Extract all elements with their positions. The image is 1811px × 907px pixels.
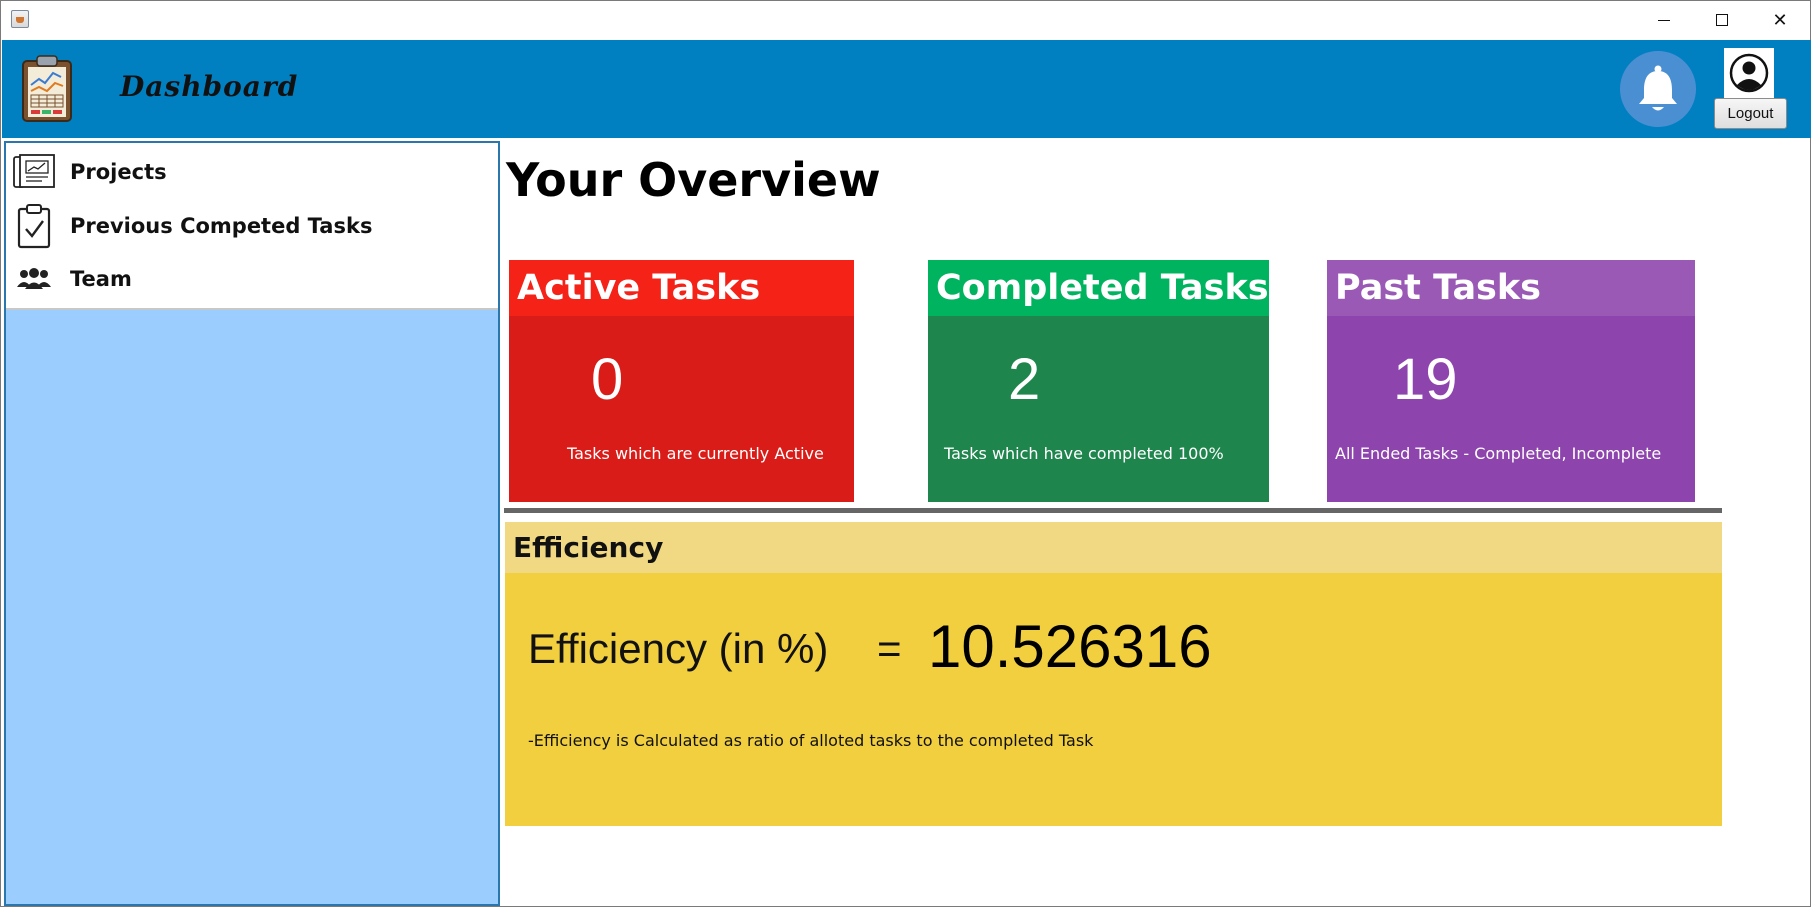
page-title: Dashboard (120, 70, 299, 103)
completed-tasks-card[interactable]: Completed Tasks 2 Tasks which have compl… (928, 260, 1269, 502)
efficiency-heading: Efficiency (505, 522, 1722, 573)
bell-icon (1639, 65, 1677, 111)
card-title: Past Tasks (1327, 260, 1695, 316)
close-icon: ✕ (1772, 9, 1788, 31)
sidebar-item-projects[interactable]: Projects (6, 147, 498, 197)
sidebar-item-team[interactable]: Team (6, 254, 498, 304)
app-window: ✕ Dashboard Logout Projects Previous Com… (0, 0, 1811, 907)
sidebar-menu: Projects Previous Competed Tasks Team (6, 143, 498, 310)
maximize-button[interactable] (1693, 1, 1751, 39)
equals-sign: = (877, 625, 902, 672)
java-app-icon (11, 10, 29, 28)
card-body: 19 All Ended Tasks - Completed, Incomple… (1327, 316, 1695, 502)
sidebar-item-previous-tasks[interactable]: Previous Competed Tasks (6, 201, 498, 251)
efficiency-panel: Efficiency Efficiency (in %) = 10.526316… (505, 522, 1722, 826)
card-description: All Ended Tasks - Completed, Incomplete (1335, 444, 1662, 463)
efficiency-note: -Efficiency is Calculated as ratio of al… (528, 731, 1094, 750)
projects-chart-icon (12, 150, 56, 194)
maximize-icon (1716, 14, 1728, 26)
header-bar: Dashboard Logout (2, 40, 1811, 138)
efficiency-value: 10.526316 (928, 613, 1212, 680)
sidebar-item-label: Team (70, 267, 132, 291)
section-divider (504, 508, 1722, 513)
close-button[interactable]: ✕ (1751, 1, 1809, 39)
team-icon (12, 257, 56, 301)
active-tasks-card[interactable]: Active Tasks 0 Tasks which are currently… (509, 260, 854, 502)
overview-heading: Your Overview (506, 153, 881, 207)
active-tasks-count: 0 (591, 347, 624, 412)
past-tasks-card[interactable]: Past Tasks 19 All Ended Tasks - Complete… (1327, 260, 1695, 502)
title-bar: ✕ (1, 1, 1810, 39)
logout-button[interactable]: Logout (1714, 98, 1787, 129)
card-body: 0 Tasks which are currently Active (509, 316, 854, 502)
sidebar-item-label: Previous Competed Tasks (70, 214, 373, 238)
past-tasks-count: 19 (1393, 347, 1458, 412)
user-avatar[interactable] (1724, 48, 1774, 98)
user-icon (1729, 53, 1769, 93)
card-description: Tasks which have completed 100% (944, 444, 1224, 463)
completed-tasks-count: 2 (1008, 347, 1041, 412)
minimize-button[interactable] (1635, 1, 1693, 39)
clipboard-check-icon (12, 204, 56, 249)
sidebar-item-label: Projects (70, 160, 167, 184)
sidebar: Projects Previous Competed Tasks Team (4, 141, 500, 906)
minimize-icon (1658, 19, 1670, 21)
card-description: Tasks which are currently Active (567, 444, 824, 463)
card-title: Completed Tasks (928, 260, 1269, 316)
notifications-button[interactable] (1620, 51, 1696, 127)
card-title: Active Tasks (509, 260, 854, 316)
clipboard-chart-icon (21, 53, 73, 123)
efficiency-label: Efficiency (in %) (528, 625, 829, 672)
card-body: 2 Tasks which have completed 100% (928, 316, 1269, 502)
